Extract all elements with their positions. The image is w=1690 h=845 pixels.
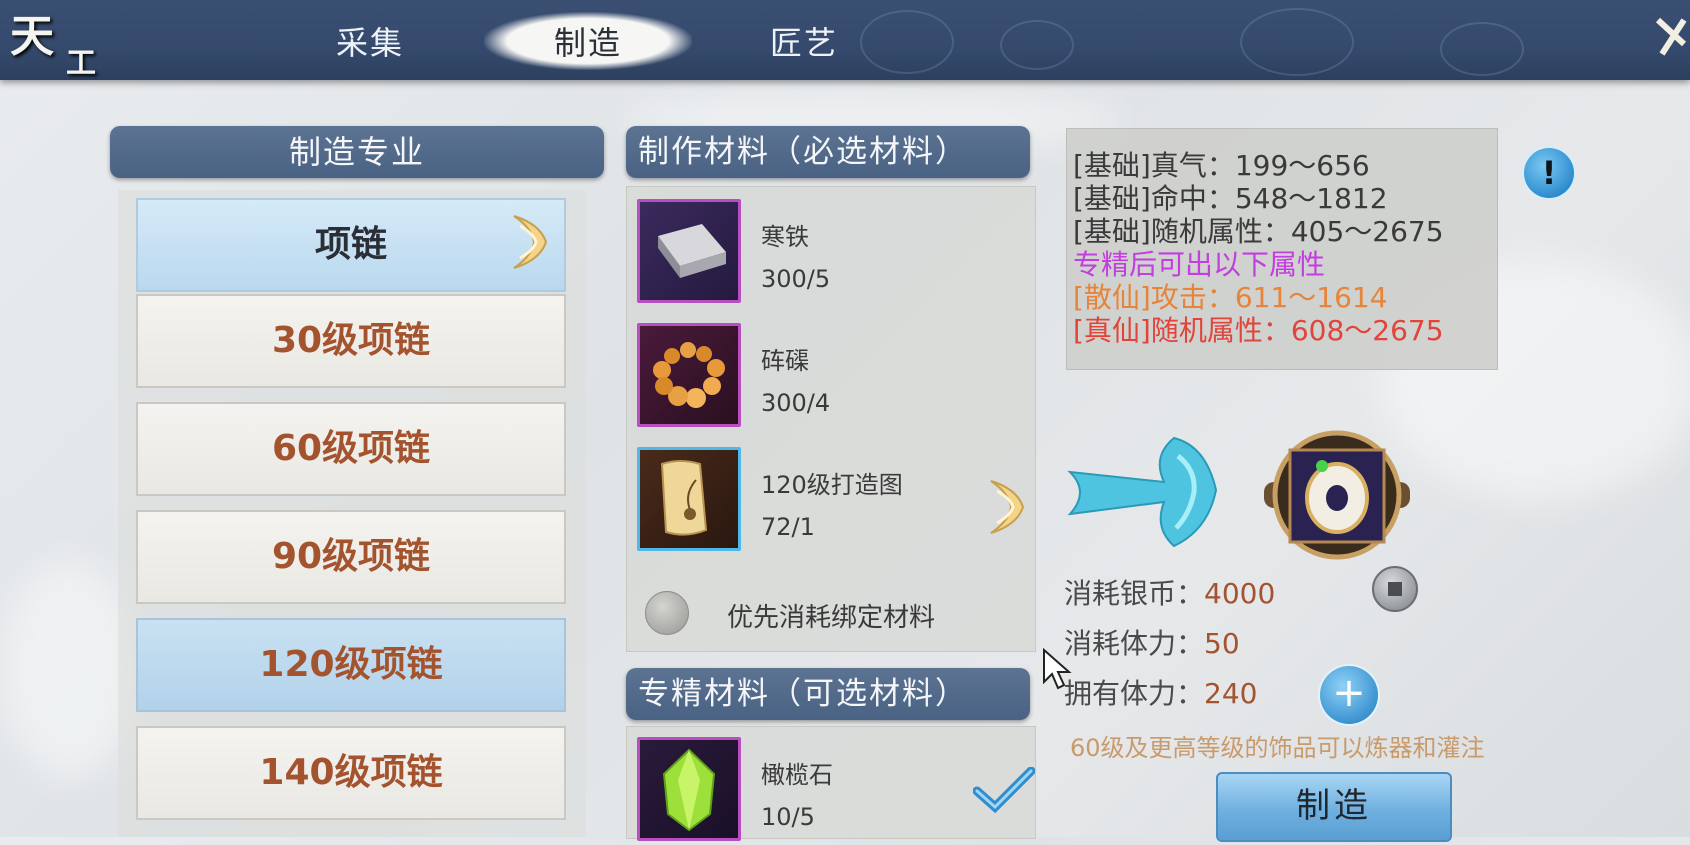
- iron-ingot-icon: [637, 199, 741, 303]
- material-row[interactable]: 寒铁 300/5: [637, 199, 1017, 307]
- category-item-90[interactable]: 90级项链: [136, 510, 566, 604]
- cost-stamina: 消耗体力：50: [1064, 622, 1240, 662]
- category-item-30[interactable]: 30级项链: [136, 294, 566, 388]
- cost-stamina-label: 消耗体力：: [1064, 627, 1205, 660]
- required-materials-panel: 寒铁 300/5 砗磲 300/4 120级打造图 72/1 优先消耗绑定材料: [626, 186, 1036, 652]
- material-count: 72/1: [761, 513, 815, 541]
- close-icon[interactable]: [1650, 14, 1690, 64]
- arrow-right-icon: [513, 215, 548, 269]
- required-materials-title: 制作材料（必选材料）: [626, 126, 1030, 178]
- header-swirl: [1000, 20, 1074, 70]
- category-list: 项链 30级项链 60级项链 90级项链 120级项链 140级项链: [118, 190, 586, 837]
- peridot-gem-icon: [637, 737, 741, 841]
- craft-arrow-icon: [1067, 436, 1218, 548]
- material-count: 10/5: [761, 803, 815, 831]
- owned-stamina-label: 拥有体力：: [1064, 677, 1205, 710]
- material-row[interactable]: 120级打造图 72/1: [637, 447, 1017, 555]
- owned-stamina-value: 240: [1204, 677, 1258, 710]
- material-name: 橄榄石: [761, 761, 833, 789]
- peridot-gem-shape: [662, 748, 716, 832]
- tab-gather[interactable]: 采集: [336, 18, 404, 64]
- material-row[interactable]: 橄榄石 10/5: [637, 737, 1035, 845]
- bead-bracelet-icon: [637, 323, 741, 427]
- cost-stamina-value: 50: [1204, 627, 1240, 660]
- category-item-140[interactable]: 140级项链: [136, 726, 566, 820]
- silver-coin-icon: [1372, 566, 1418, 612]
- refine-note: 60级及更高等级的饰品可以炼器和灌注: [1070, 734, 1485, 762]
- craft-button[interactable]: 制造: [1216, 772, 1452, 842]
- category-item-120[interactable]: 120级项链: [136, 618, 566, 712]
- material-name: 砗磲: [761, 347, 809, 375]
- cost-silver-label: 消耗银币：: [1064, 577, 1205, 610]
- plus-icon[interactable]: +: [1320, 666, 1378, 724]
- item-stats-box: [基础]真气：199～656 [基础]命中：548～1812 [基础]随机属性：…: [1066, 128, 1498, 370]
- header-swirl: [860, 10, 954, 74]
- blueprint-scroll-icon: [637, 447, 741, 551]
- top-bar: 天 工 采集 制造 匠艺: [0, 0, 1690, 81]
- material-row[interactable]: 砗磲 300/4: [637, 323, 1017, 431]
- info-icon[interactable]: !: [1524, 148, 1574, 198]
- bind-option-label: 优先消耗绑定材料: [727, 603, 936, 633]
- result-necklace-icon[interactable]: [1262, 430, 1412, 560]
- stat-line: [基础]真气：199～656: [1073, 149, 1370, 182]
- stat-line: [散仙]攻击：611～1614: [1073, 281, 1388, 314]
- optional-materials-title: 专精材料（可选材料）: [626, 668, 1030, 720]
- arrow-right-icon[interactable]: [987, 477, 1027, 537]
- material-count: 300/5: [761, 265, 831, 293]
- stat-line: [基础]随机属性：405～2675: [1073, 215, 1444, 248]
- tab-craft[interactable]: 制造: [484, 12, 693, 70]
- blueprint-scroll-shape: [660, 460, 708, 536]
- stat-line-mastery: 专精后可出以下属性: [1073, 248, 1326, 281]
- bind-option-radio[interactable]: [645, 591, 689, 635]
- category-item-60[interactable]: 60级项链: [136, 402, 566, 496]
- checkmark-icon[interactable]: [973, 767, 1035, 813]
- game-logo: 天 工: [10, 0, 96, 81]
- cost-silver-value: 4000: [1204, 577, 1276, 610]
- category-header-necklace[interactable]: 项链: [136, 198, 566, 292]
- logo-char-1: 天: [10, 11, 54, 62]
- mouse-cursor-icon: [1043, 648, 1072, 690]
- material-name: 寒铁: [761, 223, 809, 251]
- category-panel-title: 制造专业: [110, 126, 604, 178]
- cost-silver: 消耗银币：4000: [1064, 572, 1275, 612]
- header-swirl: [1240, 8, 1354, 76]
- category-header-label: 项链: [314, 224, 387, 265]
- close-icon-shape: [1655, 17, 1687, 56]
- material-name: 120级打造图: [761, 471, 903, 499]
- logo-char-2: 工: [66, 46, 96, 81]
- header-swirl: [1440, 22, 1524, 76]
- optional-materials-panel: 橄榄石 10/5: [626, 726, 1036, 841]
- material-count: 300/4: [761, 389, 831, 417]
- owned-stamina: 拥有体力：240: [1064, 672, 1257, 712]
- stat-line: [基础]命中：548～1812: [1073, 182, 1388, 215]
- tab-artisan[interactable]: 匠艺: [770, 18, 838, 64]
- stat-line: [真仙]随机属性：608～2675: [1073, 314, 1444, 347]
- iron-ingot-shape: [658, 224, 726, 278]
- bead-bracelet-shape: [653, 342, 725, 408]
